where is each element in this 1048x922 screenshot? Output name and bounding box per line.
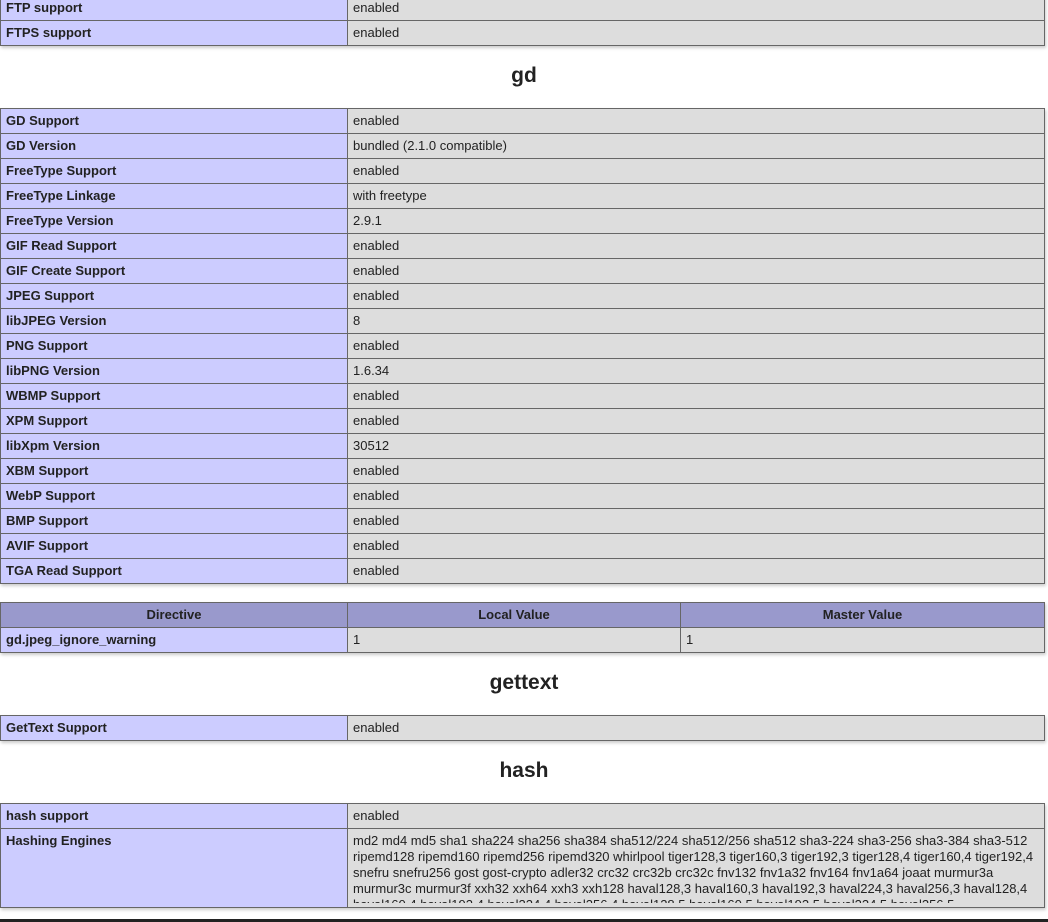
row-label: libJPEG Version	[0, 308, 348, 334]
row-value: enabled	[347, 108, 1045, 134]
table-row: XPM Support enabled	[0, 408, 1045, 434]
row-label: WebP Support	[0, 483, 348, 509]
row-label: hash support	[0, 803, 348, 829]
row-label: BMP Support	[0, 508, 348, 534]
table-row: GetText Support enabled	[0, 715, 1045, 741]
ftp-info-table: FTP support enabled FTPS support enabled	[0, 0, 1045, 46]
row-label: FreeType Linkage	[0, 183, 348, 209]
row-label: FTPS support	[0, 20, 348, 46]
table-row: FreeType Support enabled	[0, 158, 1045, 184]
table-row: GD Support enabled	[0, 108, 1045, 134]
table-row: FreeType Linkage with freetype	[0, 183, 1045, 209]
column-header-directive: Directive	[0, 602, 348, 628]
row-label: Hashing Engines	[0, 828, 348, 908]
row-label: libPNG Version	[0, 358, 348, 384]
section-title-hash: hash	[499, 759, 549, 782]
row-value: enabled	[347, 158, 1045, 184]
row-label: WBMP Support	[0, 383, 348, 409]
table-row: GD Version bundled (2.1.0 compatible)	[0, 133, 1045, 159]
table-row: hash support enabled	[0, 803, 1045, 829]
row-label: GIF Read Support	[0, 233, 348, 259]
table-row: FTP support enabled	[0, 0, 1045, 21]
row-label: FreeType Version	[0, 208, 348, 234]
directive-local-value: 1	[347, 627, 681, 653]
row-value: enabled	[347, 483, 1045, 509]
table-row: GIF Create Support enabled	[0, 258, 1045, 284]
phpinfo-page: FTP support enabled FTPS support enabled…	[0, 0, 1048, 922]
row-label: GD Support	[0, 108, 348, 134]
row-value: 1.6.34	[347, 358, 1045, 384]
table-row: libJPEG Version 8	[0, 308, 1045, 334]
row-value: enabled	[347, 803, 1045, 829]
row-value: 30512	[347, 433, 1045, 459]
row-value: enabled	[347, 558, 1045, 584]
table-row: WBMP Support enabled	[0, 383, 1045, 409]
hashing-engines-list: md2 md4 md5 sha1 sha224 sha256 sha384 sh…	[353, 833, 1034, 903]
row-label: libXpm Version	[0, 433, 348, 459]
column-header-master-value: Master Value	[680, 602, 1045, 628]
directive-master-value: 1	[680, 627, 1045, 653]
table-row: libPNG Version 1.6.34	[0, 358, 1045, 384]
gd-directives-table: Directive Local Value Master Value gd.jp…	[0, 602, 1045, 653]
row-label: GIF Create Support	[0, 258, 348, 284]
row-label: GetText Support	[0, 715, 348, 741]
row-label: GD Version	[0, 133, 348, 159]
row-value: md2 md4 md5 sha1 sha224 sha256 sha384 sh…	[347, 828, 1045, 908]
table-row: gd.jpeg_ignore_warning 1 1	[0, 627, 1045, 653]
row-value: bundled (2.1.0 compatible)	[347, 133, 1045, 159]
row-label: XPM Support	[0, 408, 348, 434]
table-row: AVIF Support enabled	[0, 533, 1045, 559]
row-value: enabled	[347, 0, 1045, 21]
row-value: enabled	[347, 283, 1045, 309]
table-row: TGA Read Support enabled	[0, 558, 1045, 584]
row-label: AVIF Support	[0, 533, 348, 559]
row-value: enabled	[347, 20, 1045, 46]
hash-info-table: hash support enabled Hashing Engines md2…	[0, 803, 1045, 908]
table-row: BMP Support enabled	[0, 508, 1045, 534]
table-row: PNG Support enabled	[0, 333, 1045, 359]
table-row: XBM Support enabled	[0, 458, 1045, 484]
row-label: TGA Read Support	[0, 558, 348, 584]
row-value: enabled	[347, 533, 1045, 559]
row-value: enabled	[347, 383, 1045, 409]
table-row: GIF Read Support enabled	[0, 233, 1045, 259]
row-label: FTP support	[0, 0, 348, 21]
table-row: libXpm Version 30512	[0, 433, 1045, 459]
row-value: enabled	[347, 258, 1045, 284]
table-row: JPEG Support enabled	[0, 283, 1045, 309]
row-value: enabled	[347, 715, 1045, 741]
row-value: enabled	[347, 233, 1045, 259]
row-value: with freetype	[347, 183, 1045, 209]
row-value: enabled	[347, 458, 1045, 484]
row-label: PNG Support	[0, 333, 348, 359]
table-row: WebP Support enabled	[0, 483, 1045, 509]
table-header-row: Directive Local Value Master Value	[0, 602, 1045, 628]
column-header-local-value: Local Value	[347, 602, 681, 628]
row-value: enabled	[347, 333, 1045, 359]
row-value: enabled	[347, 508, 1045, 534]
table-row: Hashing Engines md2 md4 md5 sha1 sha224 …	[0, 828, 1045, 908]
row-label: JPEG Support	[0, 283, 348, 309]
row-value: enabled	[347, 408, 1045, 434]
table-row: FreeType Version 2.9.1	[0, 208, 1045, 234]
gd-info-table: GD Support enabled GD Version bundled (2.1…	[0, 108, 1045, 584]
row-value: 8	[347, 308, 1045, 334]
directive-name: gd.jpeg_ignore_warning	[0, 627, 348, 653]
section-title-gettext: gettext	[489, 671, 559, 694]
row-value: 2.9.1	[347, 208, 1045, 234]
row-label: XBM Support	[0, 458, 348, 484]
section-title-gd: gd	[511, 64, 537, 87]
table-row: FTPS support enabled	[0, 20, 1045, 46]
row-label: FreeType Support	[0, 158, 348, 184]
gettext-info-table: GetText Support enabled	[0, 715, 1045, 741]
